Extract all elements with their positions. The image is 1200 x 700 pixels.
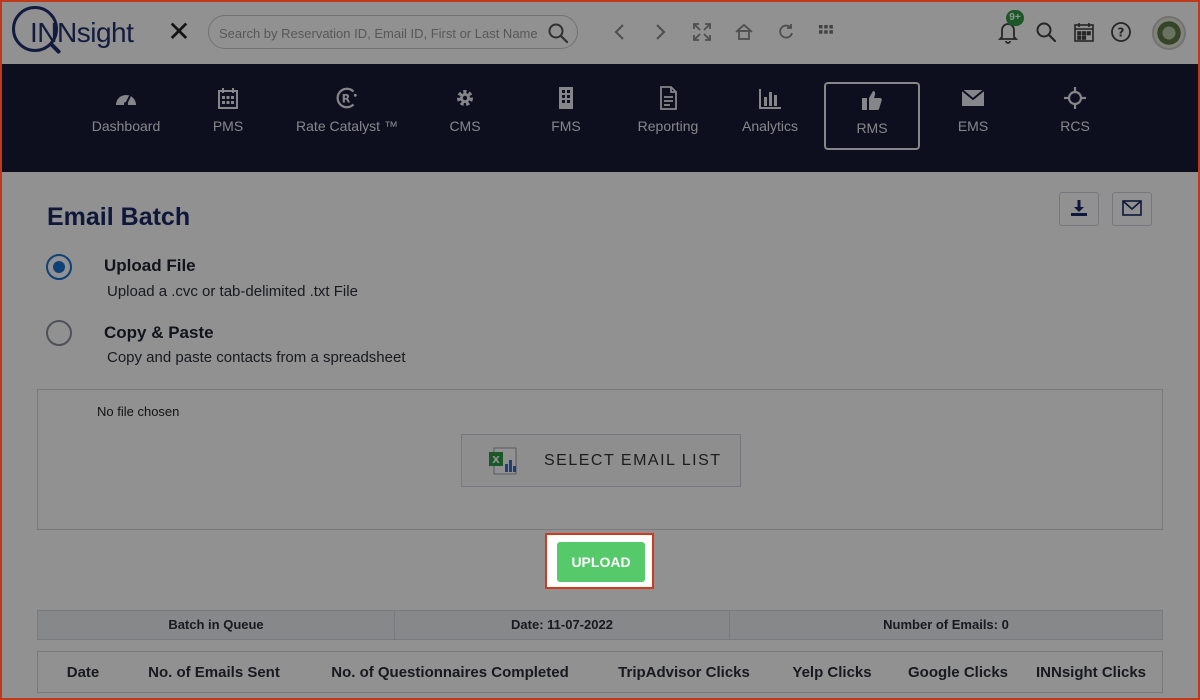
svg-text:X: X [492,455,500,466]
avatar[interactable] [1152,16,1186,50]
search-icon[interactable] [547,22,569,44]
building-icon [554,86,578,110]
document-icon [656,86,680,110]
home-icon[interactable] [730,18,758,46]
nav-label: Analytics [741,118,799,134]
nav-label: CMS [449,118,481,134]
expand-icon[interactable] [688,18,716,46]
chevron-left-icon[interactable] [606,18,634,46]
nav-label: Reporting [637,118,699,134]
file-drop-area: No file chosen X SELECT EMAIL LIST [37,389,1163,530]
column-header[interactable]: Date [38,664,128,681]
calendar-grid-icon [216,86,240,110]
search-bar[interactable] [208,15,578,49]
bar-chart-icon [758,86,782,110]
upload-file-radio[interactable] [46,254,72,280]
upload-file-description: Upload a .cvc or tab-delimited .txt File [107,283,358,300]
nav-label: Dashboard [91,118,161,134]
email-batch-panel: Email Batch Upload File Upload a .cvc or… [0,172,1200,700]
nav-item-analytics[interactable]: Analytics [722,86,818,150]
download-button[interactable] [1059,192,1099,226]
page-title: Email Batch [47,203,191,231]
nav-item-reporting[interactable]: Reporting [620,86,716,150]
nav-item-fms[interactable]: FMS [518,86,614,150]
column-header[interactable]: Google Clicks [896,664,1020,681]
notification-badge: 9+ [1006,10,1024,26]
copy-paste-label[interactable]: Copy & Paste [104,323,214,343]
main-nav: Dashboard PMS R Rate Catalyst ™ CMS FMS … [0,64,1200,172]
column-header[interactable]: Yelp Clicks [768,664,896,681]
nav-label: Rate Catalyst ™ [296,118,398,134]
logo-text: INNsight [30,17,134,48]
batch-summary-bar: Batch in Queue Date: 11-07-2022 Number o… [37,610,1163,640]
nav-label: RMS [856,120,888,136]
select-email-list-label: SELECT EMAIL LIST [544,451,722,469]
copy-paste-description: Copy and paste contacts from a spreadshe… [107,349,406,366]
column-header[interactable]: TripAdvisor Clicks [600,664,768,681]
refresh-icon[interactable] [772,18,800,46]
batch-email-count: Number of Emails: 0 [883,617,1009,632]
svg-text:R: R [342,93,351,106]
search-input[interactable] [219,22,539,44]
gear-icon [453,86,477,110]
batch-date: Date: 11-07-2022 [395,611,730,639]
batch-queue-label: Batch in Queue [38,611,395,639]
column-header[interactable]: INNsight Clicks [1020,664,1162,681]
copy-paste-radio[interactable] [46,320,72,346]
search-icon[interactable] [1032,18,1060,46]
innsight-logo[interactable]: INNsight [12,6,142,58]
file-status: No file chosen [97,404,180,419]
close-icon[interactable]: ✕ [166,18,192,46]
email-button[interactable] [1112,192,1152,226]
speedometer-icon [114,86,138,110]
top-bar: INNsight ✕ 9+ ? [0,0,1200,64]
nav-item-rms[interactable]: RMS [824,82,920,150]
help-icon[interactable]: ? [1107,18,1135,46]
nav-item-dashboard[interactable]: Dashboard [78,86,174,150]
envelope-icon [961,86,985,110]
upload-file-label[interactable]: Upload File [104,256,196,276]
crosshair-icon [1063,86,1087,110]
rate-catalyst-icon: R [335,86,359,110]
svg-text:?: ? [1118,26,1125,40]
column-header[interactable]: No. of Emails Sent [128,664,300,681]
chevron-right-icon[interactable] [646,18,674,46]
nav-item-cms[interactable]: CMS [417,86,513,150]
envelope-icon [1122,199,1142,219]
excel-file-icon: X [488,446,520,476]
column-header[interactable]: No. of Questionnaires Completed [300,664,600,681]
nav-label: PMS [212,118,244,134]
calendar-icon[interactable] [1070,18,1098,46]
nav-label: FMS [551,118,581,134]
nav-item-ems[interactable]: EMS [925,86,1021,150]
nav-item-pms[interactable]: PMS [180,86,276,150]
batch-table-header: Date No. of Emails Sent No. of Questionn… [37,651,1163,693]
select-email-list-button[interactable]: X SELECT EMAIL LIST [461,434,741,487]
download-icon [1069,198,1089,221]
nav-item-rcs[interactable]: RCS [1027,86,1123,150]
upload-button[interactable]: UPLOAD [557,542,645,582]
upload-highlight-box: UPLOAD [545,533,654,589]
thumbs-up-icon [860,88,884,112]
nav-label: RCS [1060,118,1090,134]
nav-item-rate-catalyst[interactable]: R Rate Catalyst ™ [286,86,408,150]
grid-icon[interactable] [812,18,840,46]
nav-label: EMS [957,118,989,134]
